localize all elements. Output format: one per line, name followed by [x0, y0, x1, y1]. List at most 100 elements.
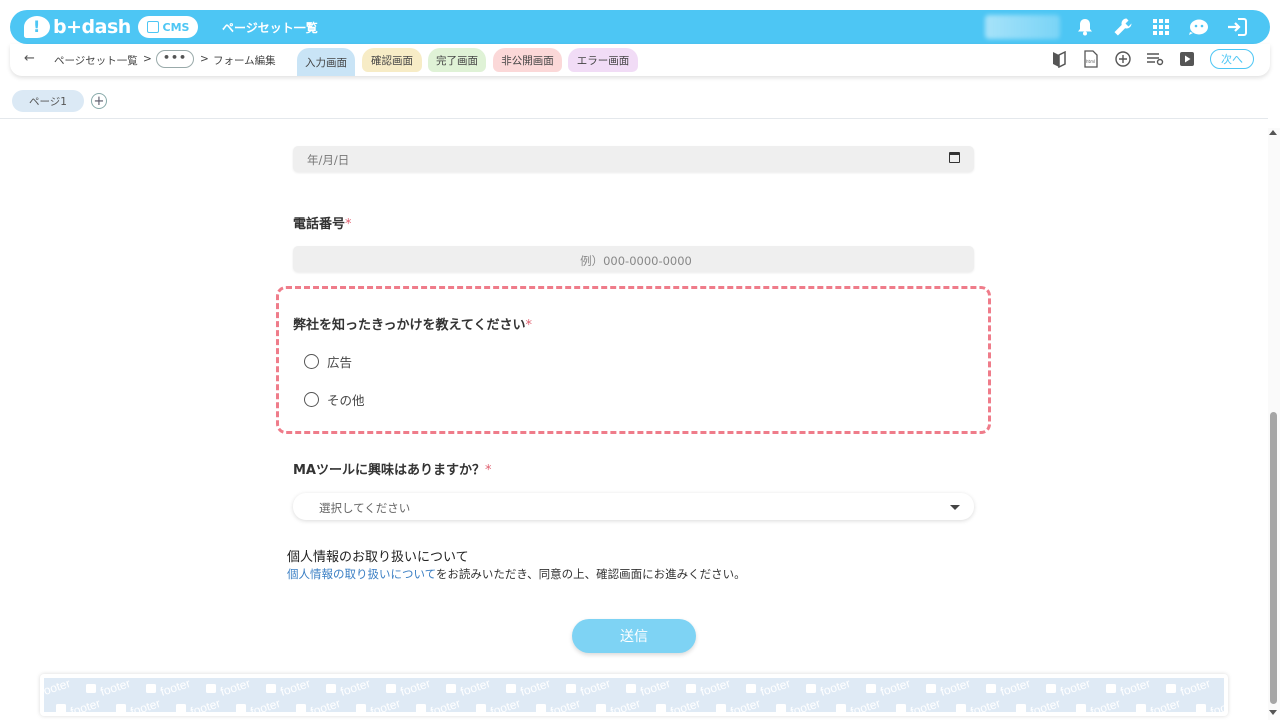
footer-watermark-text: footer — [279, 678, 313, 699]
tel-input[interactable]: 例）000-0000-0000 — [293, 246, 974, 272]
footer-watermark-text: footer — [579, 678, 613, 699]
footer-watermark-text: footer — [1179, 678, 1213, 699]
preview-play-icon[interactable] — [1178, 49, 1196, 69]
scrollbar-thumb[interactable] — [1270, 412, 1277, 704]
footer-watermark-text: footer — [939, 678, 973, 699]
image-placeholder-icon — [266, 684, 276, 693]
scroll-up-arrow-icon[interactable] — [1269, 130, 1277, 135]
date-input[interactable]: 年/月/日 — [293, 146, 974, 172]
source-question-label: 弊社を知ったきっかけを教えてください* — [293, 314, 532, 333]
back-arrow-icon[interactable]: ← — [24, 51, 35, 66]
bell-icon[interactable] — [1074, 16, 1096, 38]
cms-button[interactable]: CMS — [138, 16, 198, 38]
radio-button[interactable] — [304, 354, 319, 369]
footer-watermark-text: footer — [1059, 678, 1093, 699]
tab-input-screen[interactable]: 入力画面 — [297, 48, 355, 76]
image-placeholder-icon — [896, 704, 906, 712]
image-placeholder-icon — [656, 704, 666, 712]
scroll-down-arrow-icon[interactable] — [1269, 710, 1277, 715]
image-placeholder-icon — [536, 704, 546, 712]
footer-watermark-text: footer — [729, 696, 763, 712]
required-mark: * — [525, 318, 532, 333]
submit-button[interactable]: 送信 — [572, 619, 696, 653]
ma-question-label: MAツールに興味はありますか？* — [293, 459, 492, 478]
html-file-icon[interactable]: html — [1082, 49, 1100, 69]
breadcrumb-page-set-list[interactable]: ページセット一覧 — [54, 53, 138, 68]
footer-watermark-text: footer — [129, 696, 163, 712]
tab-confirm-screen[interactable]: 確認画面 — [362, 48, 422, 72]
wrench-icon[interactable] — [1112, 16, 1134, 38]
footer-watermark-text: footer — [1149, 696, 1183, 712]
footer-block[interactable]: footer footer footer footer footer footer foot… — [40, 674, 1228, 716]
footer-watermark-text: footer — [1029, 696, 1063, 712]
radio-option-other[interactable]: その他 — [304, 390, 365, 409]
add-page-button[interactable]: + — [91, 93, 107, 109]
grid-apps-icon[interactable] — [1150, 16, 1172, 38]
footer-placeholder: footer footer footer footer footer footer foot… — [44, 678, 1224, 712]
tel-label-text: 電話番号 — [293, 217, 346, 232]
support-chat-icon[interactable] — [1188, 16, 1210, 38]
footer-watermark-text: footer — [189, 696, 223, 712]
ma-select[interactable]: 選択してください — [293, 493, 974, 520]
footer-watermark-text: footer — [609, 696, 643, 712]
image-placeholder-icon — [386, 684, 396, 693]
image-placeholder-icon — [776, 704, 786, 712]
image-placeholder-icon — [326, 684, 336, 693]
footer-watermark-text: footer — [459, 678, 493, 699]
select-placeholder: 選択してください — [319, 501, 411, 515]
footer-watermark-text: footer — [99, 678, 133, 699]
footer-watermark-text: footer — [219, 678, 253, 699]
breadcrumb-separator: > — [200, 53, 209, 65]
image-placeholder-icon — [836, 704, 846, 712]
logo-bubble-icon — [24, 16, 50, 38]
image-placeholder-icon — [1076, 704, 1086, 712]
logout-icon[interactable] — [1226, 16, 1248, 38]
radio-button[interactable] — [304, 392, 319, 407]
image-placeholder-icon — [596, 704, 606, 712]
image-placeholder-icon — [1046, 684, 1056, 693]
image-placeholder-icon — [806, 684, 816, 693]
image-placeholder-icon — [176, 704, 186, 712]
privacy-policy-link[interactable]: 個人情報の取り扱いについて — [287, 567, 436, 581]
image-placeholder-icon — [506, 684, 516, 693]
image-placeholder-icon — [956, 704, 966, 712]
selected-block-highlight[interactable] — [276, 286, 991, 434]
logo-text: b+dash — [53, 16, 131, 38]
footer-watermark-text: footer — [909, 696, 943, 712]
tab-private-screen[interactable]: 非公開画面 — [493, 48, 562, 72]
edit-icon — [146, 21, 159, 33]
bdash-logo[interactable]: b+dash — [24, 15, 131, 39]
svg-text:html: html — [1086, 59, 1095, 64]
image-placeholder-icon — [446, 684, 456, 693]
tab-error-screen[interactable]: エラー画面 — [568, 48, 638, 72]
tab-complete-screen[interactable]: 完了画面 — [428, 48, 486, 72]
image-placeholder-icon — [116, 704, 126, 712]
calendar-icon[interactable] — [949, 152, 960, 163]
privacy-title: 個人情報のお取り扱いについて — [287, 550, 469, 565]
tel-placeholder: 例）000-0000-0000 — [580, 254, 692, 268]
add-circle-icon[interactable] — [1114, 49, 1132, 69]
breadcrumb-more-button[interactable]: ••• — [156, 50, 194, 68]
image-placeholder-icon — [1166, 684, 1176, 693]
radio-label: その他 — [327, 393, 365, 408]
image-placeholder-icon — [416, 704, 426, 712]
next-button[interactable]: 次へ — [1210, 49, 1254, 69]
privacy-notice: 個人情報の取り扱いについてをお読みいただき、同意の上、確認画面にお進みください。 — [287, 566, 746, 582]
footer-watermark-text: footer — [699, 678, 733, 699]
footer-watermark-text: footer — [159, 678, 193, 699]
footer-watermark-text: footer — [999, 678, 1033, 699]
page-tab-1[interactable]: ページ1 — [12, 90, 84, 112]
topbar-title[interactable]: ページセット一覧 — [222, 19, 318, 36]
settings-list-icon[interactable] — [1146, 49, 1164, 69]
top-navigation-bar: b+dash CMS ページセット一覧 — [10, 10, 1270, 44]
user-info-blurred — [985, 15, 1060, 39]
image-placeholder-icon — [146, 684, 156, 693]
footer-watermark-text: footer — [549, 696, 583, 712]
beginner-mark-icon[interactable] — [1050, 49, 1068, 69]
radio-option-ad[interactable]: 広告 — [304, 352, 352, 371]
image-placeholder-icon — [626, 684, 636, 693]
footer-watermark-text: footer — [669, 696, 703, 712]
image-placeholder-icon — [716, 704, 726, 712]
image-placeholder-icon — [866, 684, 876, 693]
editor-toolbar: ← ページセット一覧 > ••• > フォーム編集 入力画面 確認画面 完了画面… — [10, 44, 1270, 76]
